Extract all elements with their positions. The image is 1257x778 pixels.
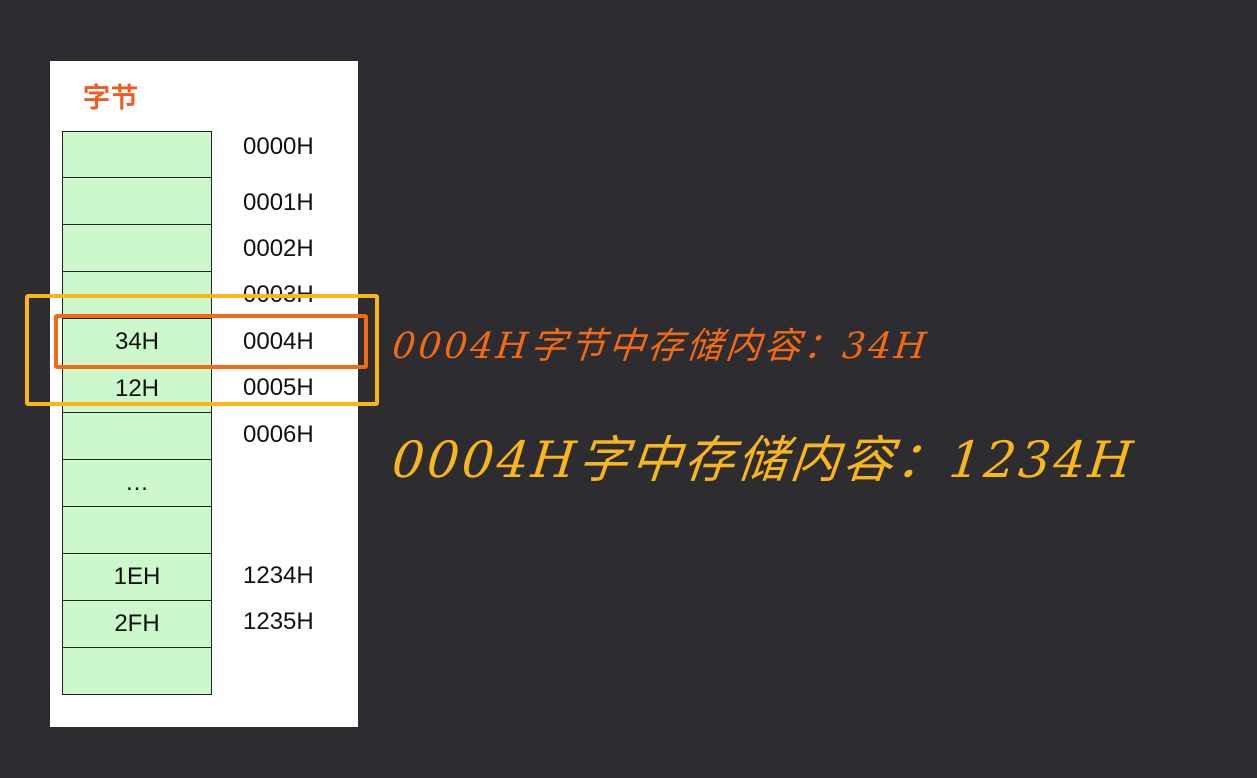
highlight-overlay <box>25 294 379 406</box>
word-highlight-box <box>25 294 379 406</box>
byte-highlight-box <box>54 314 368 369</box>
byte-content-annotation: 0004H字节中存储内容：34H <box>390 326 932 367</box>
word-content-annotation: 0004H字中存储内容：1234H <box>389 431 1139 489</box>
